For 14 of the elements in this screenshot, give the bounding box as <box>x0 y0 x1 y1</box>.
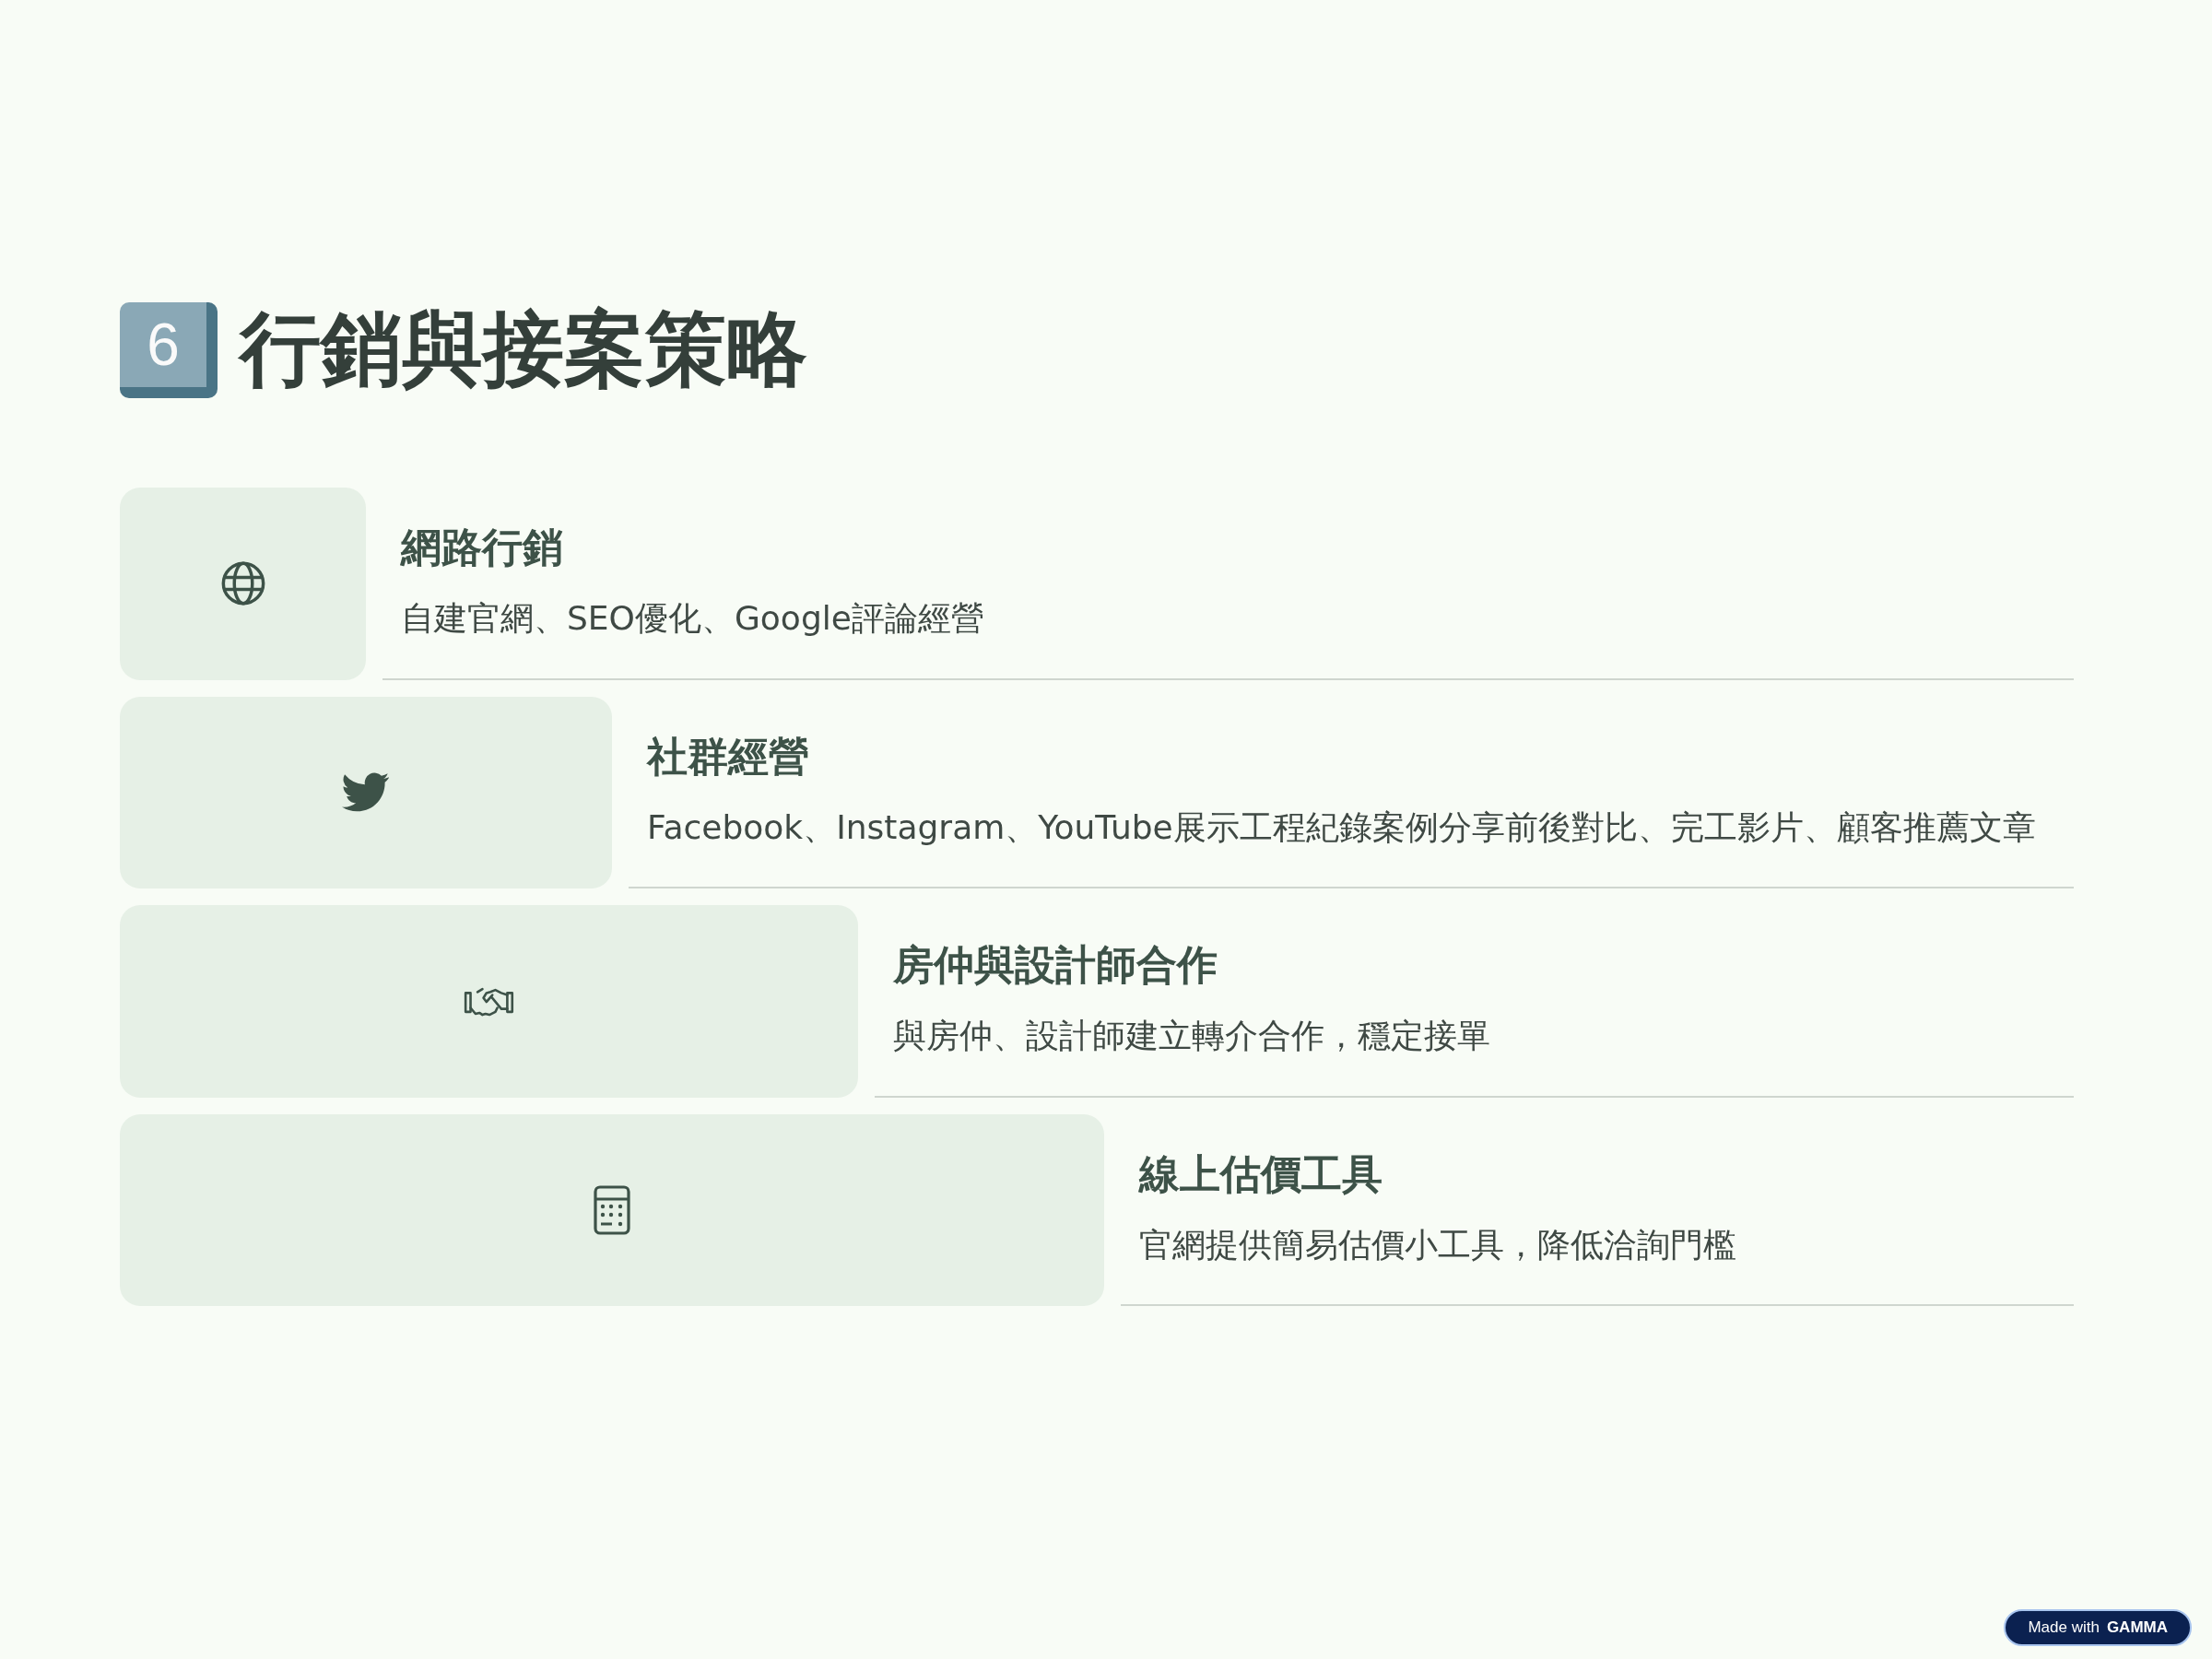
item-heading: 線上估價工具 <box>1139 1148 1383 1199</box>
item-description: 官網提供簡易估價小工具，降低洽詢門檻 <box>1139 1224 1737 1265</box>
handshake-icon <box>463 985 515 1018</box>
item-heading: 房仲與設計師合作 <box>893 940 1218 991</box>
number-six-key-icon: 6 <box>120 301 218 398</box>
item-heading: 網路行銷 <box>401 523 564 572</box>
item-description: Facebook、Instagram、YouTube展示工程紀錄案例分享前後對比、完工影片、顧客推薦文章 <box>647 806 2037 848</box>
slide-title: 行銷與接案策略 <box>240 300 807 398</box>
calculator-icon <box>594 1185 630 1236</box>
made-with-badge[interactable]: Made with GAMMA <box>2004 1609 2192 1646</box>
item-heading: 社群經營 <box>647 731 810 782</box>
bird-icon <box>342 771 390 813</box>
item-description: 與房仲、設計師建立轉介合作，穩定接單 <box>893 1016 1491 1057</box>
item-description: 自建官網、SEO優化、Google評論經營 <box>401 598 985 639</box>
